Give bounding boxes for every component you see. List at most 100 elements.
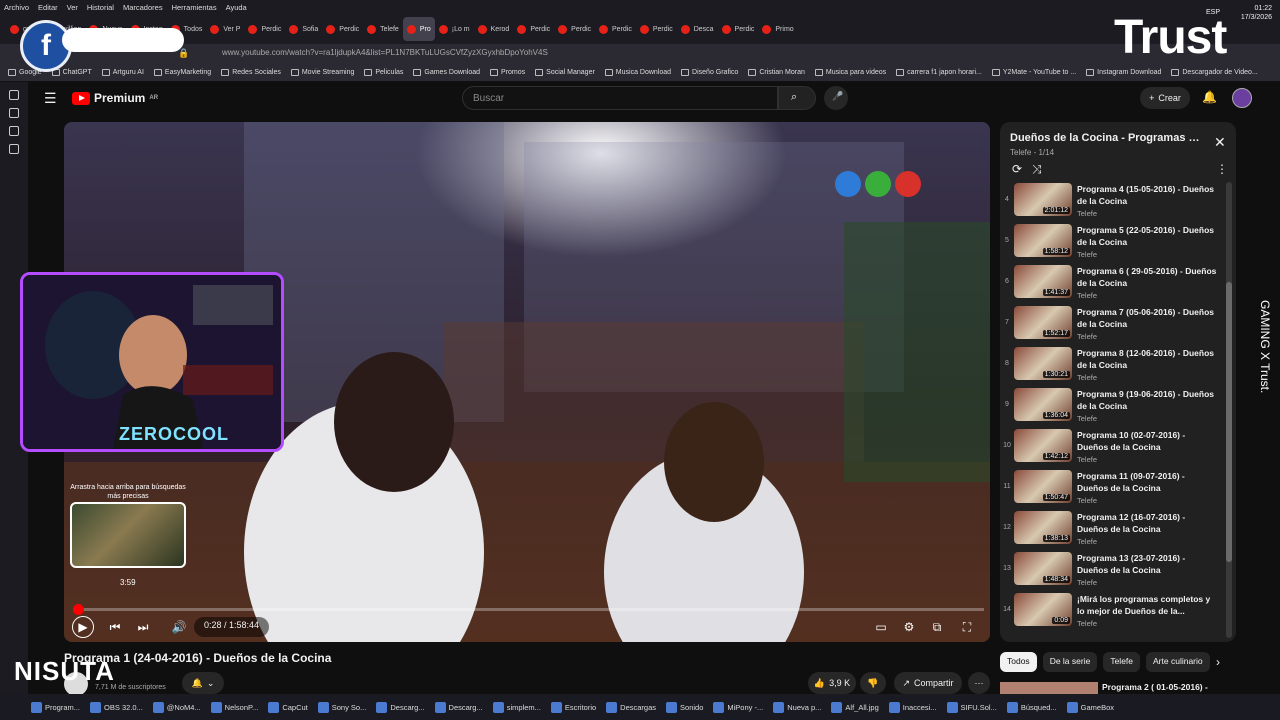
progress-scrubber[interactable]	[72, 604, 84, 615]
windows-start-icon[interactable]	[0, 694, 26, 720]
bookmark-item[interactable]: Artguru AI	[101, 69, 144, 76]
taskbar-app[interactable]: Sony So...	[313, 694, 372, 720]
browser-tab[interactable]: Desca	[677, 17, 718, 41]
browser-tab[interactable]: Sofia	[285, 17, 322, 41]
hamburger-menu-icon[interactable]: ☰	[44, 90, 57, 107]
search-button[interactable]: ⌕	[778, 86, 816, 110]
bookmark-item[interactable]: EasyMarketing	[153, 69, 211, 76]
playlist-item[interactable]: 6 1:41:37 Programa 6 ( 29-05-2016) - Dueño…	[1000, 264, 1226, 305]
like-button[interactable]: 👍 3,9 K	[808, 672, 856, 694]
more-actions-button[interactable]: ⋯	[968, 672, 990, 694]
taskbar-app[interactable]: Escritorio	[546, 694, 601, 720]
playlist-scrollbar[interactable]	[1226, 182, 1232, 638]
playlist-item[interactable]: 9 1:36:04 Programa 9 (19-06-2016) - Dueños…	[1000, 387, 1226, 428]
taskbar-app[interactable]: MiPony -...	[708, 694, 768, 720]
browser-tab[interactable]: Perdic	[513, 17, 554, 41]
sidebar-ai-icon[interactable]	[9, 90, 19, 100]
mic-button[interactable]: 🎤	[824, 86, 848, 110]
avatar[interactable]	[1232, 88, 1252, 108]
browser-tab[interactable]: Perdic	[595, 17, 636, 41]
bookmark-item[interactable]: ChatGPT	[51, 69, 92, 76]
playlist-item[interactable]: 7 1:52:17 Programa 7 (05-06-2016) - Dueños…	[1000, 305, 1226, 346]
menu-historial[interactable]: Historial	[87, 3, 114, 12]
taskbar-app[interactable]: GameBox	[1062, 694, 1119, 720]
play-button[interactable]: ▶	[72, 616, 94, 638]
taskbar-app[interactable]: Descarg...	[371, 694, 429, 720]
browser-tab[interactable]: Ver P	[206, 17, 244, 41]
next-up-item[interactable]: Programa 2 ( 01-05-2016) -	[1000, 680, 1236, 694]
browser-tab[interactable]: Kerod	[474, 17, 514, 41]
taskbar-app[interactable]: Descarg...	[430, 694, 488, 720]
chevron-right-icon[interactable]: ›	[1216, 655, 1220, 669]
menu-archivo[interactable]: Archivo	[4, 3, 29, 12]
bookmark-item[interactable]: carrera f1 japon horari...	[896, 69, 982, 76]
playlist-item[interactable]: 5 1:58:12 Programa 5 (22-05-2016) - Dueños…	[1000, 223, 1226, 264]
playlist-item[interactable]: 13 1:48:34 Programa 13 (23-07-2016) - Dueñ…	[1000, 551, 1226, 592]
browser-tab[interactable]: Perdic	[322, 17, 363, 41]
playlist-item[interactable]: 12 1:38:13 Programa 12 (16-07-2016) - Dueñ…	[1000, 510, 1226, 551]
bookmark-item[interactable]: Y2Mate - YouTube to ...	[991, 69, 1076, 76]
bookmark-item[interactable]: Promos	[490, 69, 525, 76]
sidebar-bookmarks-icon[interactable]	[9, 144, 19, 154]
share-button[interactable]: ↗ Compartir	[894, 672, 962, 694]
bookmark-item[interactable]: Peliculas	[364, 69, 403, 76]
taskbar-app[interactable]: Búsqued...	[1002, 694, 1062, 720]
sidebar-tabs-icon[interactable]	[9, 108, 19, 118]
browser-tab[interactable]: Primo	[758, 17, 797, 41]
bookmark-item[interactable]: Descargador de Video...	[1171, 69, 1258, 76]
bookmark-item[interactable]: Musica para videos	[814, 69, 886, 76]
playlist-item[interactable]: 14 0:09 ¡Mirá los programas completos y lo…	[1000, 592, 1226, 633]
clock-time[interactable]: 01:22	[1241, 4, 1272, 13]
close-icon[interactable]: ✕	[1214, 134, 1226, 151]
notifications-button[interactable]: 🔔 ⌄	[182, 672, 224, 694]
youtube-logo[interactable]: Premium AR	[72, 91, 158, 105]
playlist-item[interactable]: 8 1:30:21 Programa 8 (12-06-2016) - Dueños…	[1000, 346, 1226, 387]
browser-tab[interactable]: Perdic	[244, 17, 285, 41]
chip-telefe[interactable]: Telefe	[1103, 652, 1141, 672]
playlist-item[interactable]: 10 1:42:12 Programa 10 (02-07-2016) - Dueñ…	[1000, 428, 1226, 469]
browser-tab[interactable]: Perdic	[636, 17, 677, 41]
playlist-item[interactable]: 11 1:50:47 Programa 11 (09-07-2016) - Dueñ…	[1000, 469, 1226, 510]
bookmark-item[interactable]: Redes Sociales	[221, 69, 281, 76]
loop-icon[interactable]: ⟳	[1012, 162, 1022, 176]
taskbar-app[interactable]: SIFU.Sol...	[942, 694, 1002, 720]
taskbar-app[interactable]: NelsonP...	[206, 694, 264, 720]
taskbar-app[interactable]: OBS 32.0...	[85, 694, 148, 720]
taskbar-app[interactable]: Alf_All.jpg	[826, 694, 883, 720]
bookmark-item[interactable]: Cristian Moran	[748, 69, 805, 76]
taskbar-app[interactable]: Sonido	[661, 694, 708, 720]
menu-marcadores[interactable]: Marcadores	[123, 3, 163, 12]
bell-icon[interactable]: 🔔	[1202, 90, 1217, 104]
taskbar-app[interactable]: Inaccesi...	[884, 694, 942, 720]
menu-herramientas[interactable]: Herramientas	[172, 3, 217, 12]
bookmark-item[interactable]: Games Download	[413, 69, 480, 76]
chip-de-la-serie[interactable]: De la serie	[1042, 652, 1098, 672]
next-icon[interactable]: ⏭	[134, 618, 152, 636]
bookmark-item[interactable]: Musica Download	[604, 69, 671, 76]
menu-ver[interactable]: Ver	[67, 3, 78, 12]
playlist-title[interactable]: Dueños de la Cocina - Programas co...	[1010, 132, 1200, 144]
menu-ayuda[interactable]: Ayuda	[226, 3, 247, 12]
playlist-item[interactable]: 4 2:01:12 Programa 4 (15-05-2016) - Dueños…	[1000, 182, 1226, 223]
search-input[interactable]: Buscar	[462, 86, 778, 110]
menu-editar[interactable]: Editar	[38, 3, 58, 12]
url-field[interactable]: www.youtube.com/watch?v=ra1ljdupkA4&list…	[222, 48, 548, 57]
taskbar-app[interactable]: @NoM4...	[148, 694, 206, 720]
volume-icon[interactable]: 🔊	[170, 618, 188, 636]
dislike-button[interactable]: 👎	[860, 672, 886, 694]
settings-gear-icon[interactable]: ⚙	[900, 618, 918, 636]
browser-tab[interactable]: Telefe	[363, 17, 403, 41]
shuffle-icon[interactable]: ⤨	[1032, 162, 1042, 177]
progress-bar[interactable]	[72, 604, 984, 615]
fullscreen-icon[interactable]: ⛶	[958, 618, 976, 636]
chip-arte-culinario[interactable]: Arte culinario	[1146, 652, 1210, 672]
playlist-channel[interactable]: Telefe	[1010, 148, 1031, 157]
taskbar-app[interactable]: Nueva p...	[768, 694, 826, 720]
previous-icon[interactable]: ⏮	[106, 618, 124, 636]
taskbar-app[interactable]: simplem...	[488, 694, 546, 720]
browser-tab[interactable]: Perdic	[718, 17, 759, 41]
more-options-icon[interactable]: ⋮	[1216, 162, 1228, 176]
taskbar-app[interactable]: CapCut	[263, 694, 312, 720]
chip-todos[interactable]: Todos	[1000, 652, 1037, 672]
sidebar-history-icon[interactable]	[9, 126, 19, 136]
